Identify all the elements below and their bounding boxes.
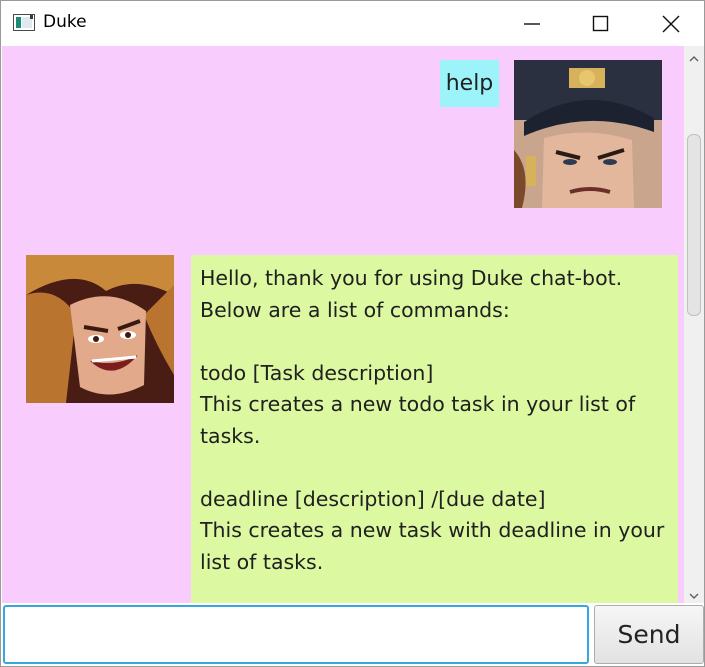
bot-avatar [26, 255, 174, 403]
user-message-bubble: help [440, 60, 499, 107]
title-bar[interactable]: Duke [1, 1, 704, 46]
close-button[interactable] [648, 1, 694, 46]
scrollbar-thumb[interactable] [687, 134, 701, 316]
send-button[interactable]: Send [594, 605, 704, 664]
maximize-button[interactable] [578, 1, 624, 46]
user-avatar [514, 60, 662, 208]
scroll-down-arrow-icon[interactable] [688, 587, 700, 599]
window-title: Duke [43, 12, 87, 32]
dialog-container[interactable]: help Hello, thank you for using Duke cha… [2, 46, 684, 603]
close-icon [662, 15, 680, 32]
minimize-button[interactable] [509, 1, 555, 46]
maximize-icon [592, 15, 609, 31]
minimize-icon [524, 22, 540, 25]
app-window-icon [13, 14, 35, 31]
app-window: Duke help Hello, thank you for using Duk… [0, 0, 705, 667]
scroll-up-arrow-icon[interactable] [688, 50, 700, 62]
bot-message-bubble: Hello, thank you for using Duke chat-bot… [191, 255, 678, 603]
vertical-scrollbar[interactable] [684, 46, 704, 603]
message-input[interactable] [3, 605, 589, 664]
